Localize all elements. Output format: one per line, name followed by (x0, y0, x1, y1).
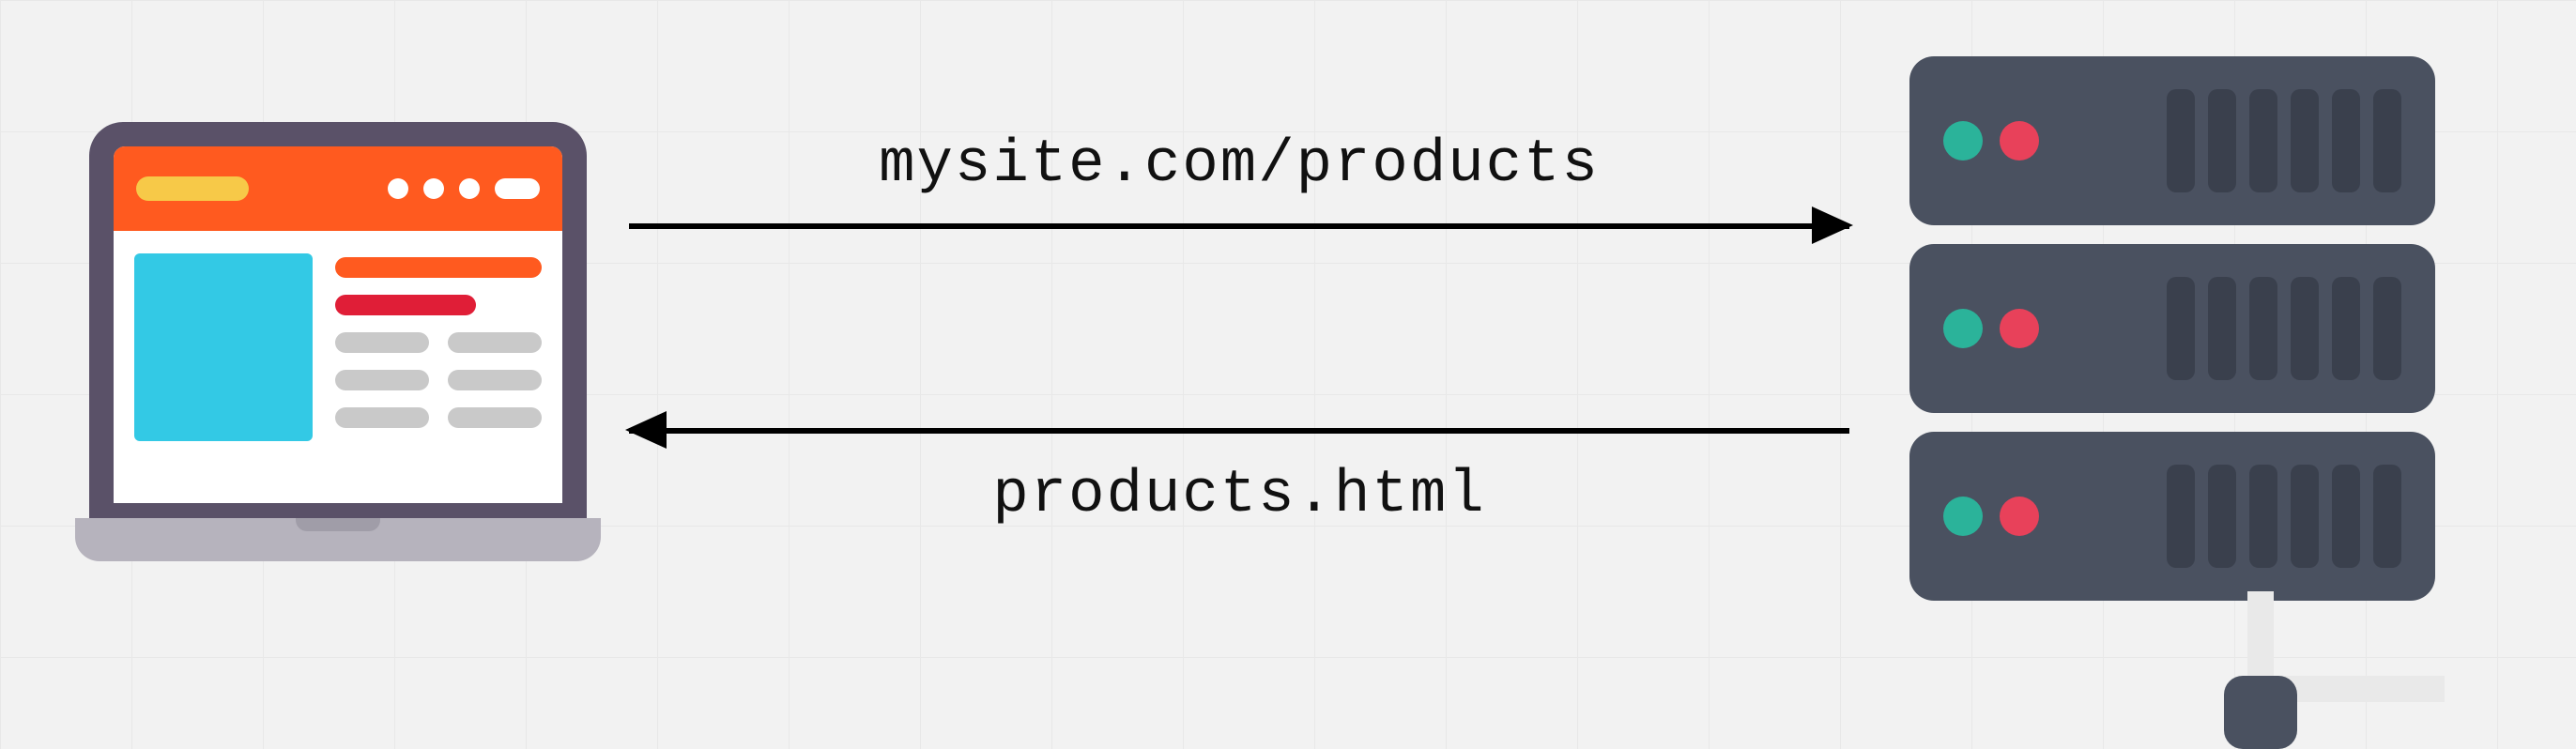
status-led-green-icon (1943, 121, 1983, 160)
subheading-line-icon (335, 295, 476, 315)
dot-icon (495, 178, 540, 199)
server-vents-icon (2167, 277, 2401, 380)
text-line-icon (335, 407, 429, 428)
heading-line-icon (335, 257, 542, 278)
server-rack-unit (1909, 432, 2435, 601)
text-lines (335, 253, 542, 441)
text-line-icon (448, 370, 542, 390)
server-vents-icon (2167, 89, 2401, 192)
arrow-left-icon (629, 411, 1849, 449)
dot-icon (423, 178, 444, 199)
url-pill-icon (136, 176, 249, 201)
page-content (114, 231, 562, 464)
server-rack-unit (1909, 244, 2435, 413)
status-led-red-icon (2000, 309, 2039, 348)
server-connector-icon (2224, 676, 2297, 749)
status-led-green-icon (1943, 309, 1983, 348)
response-arrow: products.html (629, 404, 1849, 529)
status-led-green-icon (1943, 497, 1983, 536)
server-vents-icon (2167, 465, 2401, 568)
arrow-right-icon (629, 206, 1849, 244)
window-dots (388, 178, 540, 199)
status-led-red-icon (2000, 497, 2039, 536)
request-label: mysite.com/products (629, 131, 1849, 199)
client-laptop (75, 122, 601, 561)
text-line-icon (448, 407, 542, 428)
server-rack-unit (1909, 56, 2435, 225)
image-placeholder-icon (134, 253, 313, 441)
text-line-icon (335, 370, 429, 390)
dot-icon (388, 178, 408, 199)
laptop-notch-icon (296, 518, 380, 531)
text-line-icon (448, 332, 542, 353)
response-label: products.html (629, 462, 1849, 529)
status-led-red-icon (2000, 121, 2039, 160)
web-server (1909, 56, 2435, 619)
laptop-bezel (89, 122, 587, 518)
browser-window (114, 146, 562, 503)
laptop-base (75, 518, 601, 561)
request-arrow: mysite.com/products (629, 131, 1849, 244)
dot-icon (459, 178, 480, 199)
text-line-icon (335, 332, 429, 353)
browser-address-bar (114, 146, 562, 231)
